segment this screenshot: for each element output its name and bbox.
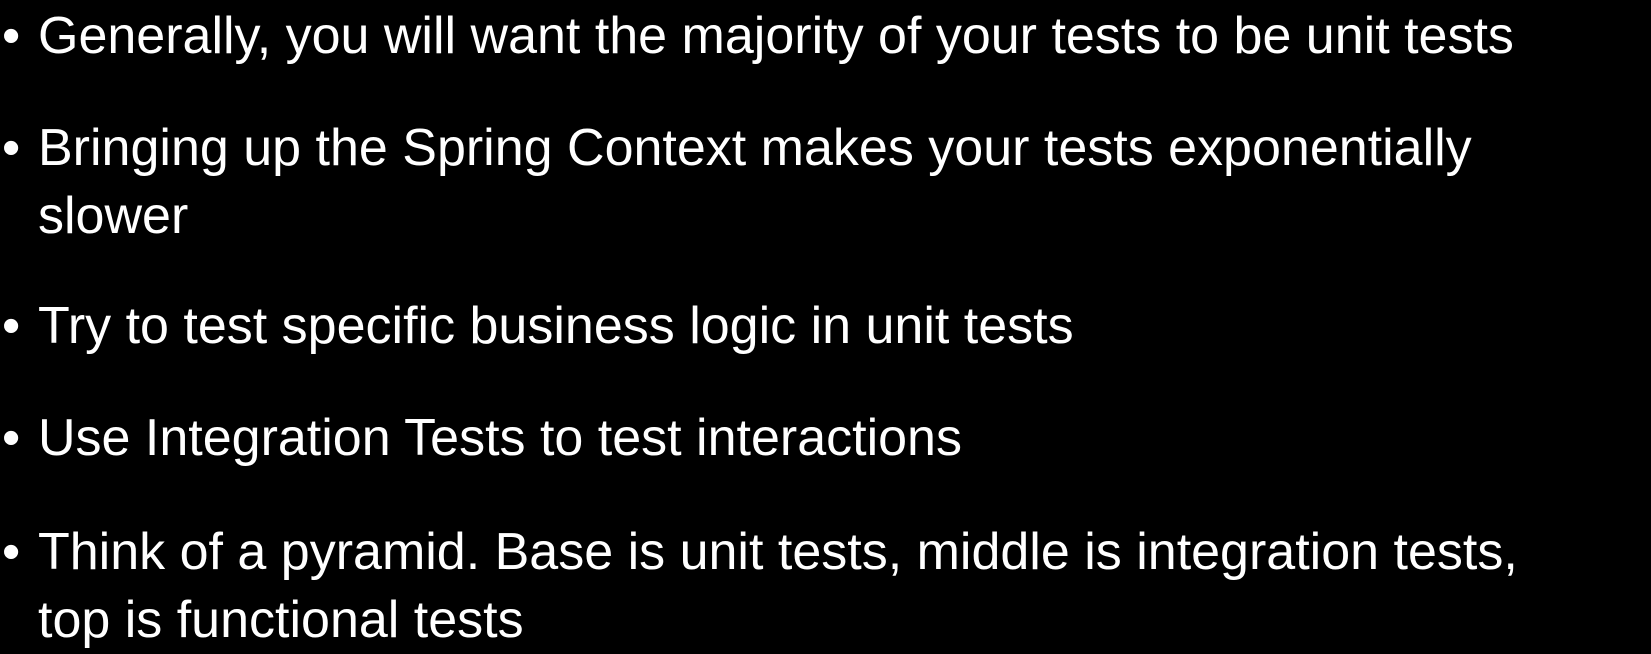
bullet-text: Bringing up the Spring Context makes you…: [38, 119, 1472, 245]
bullet-item: • Try to test specific business logic in…: [0, 292, 1640, 360]
bullet-icon: •: [2, 7, 21, 65]
bullet-text: Think of a pyramid. Base is unit tests, …: [38, 523, 1518, 649]
bullet-item: • Generally, you will want the majority …: [0, 2, 1640, 70]
bullet-icon: •: [2, 297, 21, 355]
bullet-text: Use Integration Tests to test interactio…: [38, 409, 962, 467]
slide: • Generally, you will want the majority …: [0, 0, 1651, 652]
bullet-item: • Bringing up the Spring Context makes y…: [0, 114, 1610, 250]
bullet-icon: •: [2, 409, 21, 467]
bullet-text: Generally, you will want the majority of…: [38, 7, 1514, 65]
bullet-icon: •: [2, 119, 21, 177]
bullet-item: • Think of a pyramid. Base is unit tests…: [0, 518, 1520, 654]
bullet-icon: •: [2, 523, 21, 581]
bullet-item: • Use Integration Tests to test interact…: [0, 404, 1640, 472]
bullet-text: Try to test specific business logic in u…: [38, 297, 1074, 355]
